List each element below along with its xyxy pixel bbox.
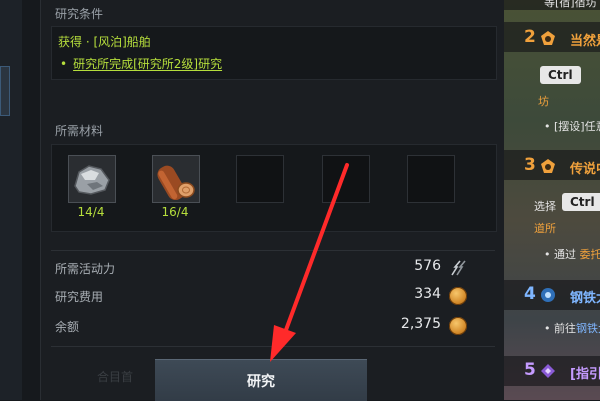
- stat-label: 余额: [55, 320, 80, 334]
- condition-link[interactable]: 研究所完成[研究所2级]研究: [73, 57, 222, 71]
- quest-sub-text: 道所: [534, 222, 556, 235]
- quest-title: 当然是: [570, 34, 600, 49]
- ctrl-key-badge: Ctrl: [562, 193, 600, 211]
- quest-highlight: 委托: [579, 248, 600, 261]
- quest-partial-text: 等[宿]宿坊: [544, 0, 597, 9]
- quest-sub-prefix: • 前往: [544, 322, 576, 335]
- quest-title: [指引]: [570, 367, 600, 382]
- stat-label: 所需活动力: [55, 262, 116, 276]
- energy-icon: [451, 260, 466, 276]
- research-panel: 研究条件 获得 · [风泊]船舶 • 研究所完成[研究所2级]研究 所需材料 14…: [40, 0, 505, 400]
- stat-row-energy: 所需活动力 576: [55, 258, 469, 278]
- stat-row-research-cost: 研究费用 334: [55, 286, 469, 306]
- quest-number: 3: [524, 155, 536, 175]
- material-slot-timber[interactable]: [152, 155, 200, 203]
- quest-sub-text: 坊: [538, 95, 549, 108]
- quest-number: 2: [524, 27, 536, 47]
- condition-text: 获得 · [风泊]船舶: [58, 35, 151, 49]
- stat-value: 2,375: [400, 316, 441, 332]
- condition-item[interactable]: • 研究所完成[研究所2级]研究: [60, 55, 222, 72]
- silver-coin-icon: [449, 287, 467, 305]
- ghost-label: 合目首: [97, 370, 134, 384]
- quest-row-partial[interactable]: 等[宿]宿坊: [504, 0, 600, 10]
- quest-sub-prefix: • 通过: [544, 248, 580, 261]
- quest-row[interactable]: 3 传说中: [504, 150, 600, 180]
- timber-log-icon: [157, 165, 195, 201]
- quest-sub-text: • 通过 委托: [544, 246, 600, 262]
- material-slot-empty: [322, 155, 370, 203]
- ore-icon: [74, 165, 110, 195]
- divider: [51, 250, 495, 251]
- left-edge-panel: [0, 0, 22, 400]
- quest-tracker: 等[宿]宿坊 2 当然是 Ctrl 坊 • [摆设]任意 3 传说中 选择 Ct…: [504, 0, 600, 400]
- quest-sub-text: 选择: [534, 200, 556, 213]
- material-slot-empty: [236, 155, 284, 203]
- ctrl-key-badge: Ctrl: [540, 66, 581, 84]
- left-side-tab[interactable]: [0, 66, 10, 116]
- quest-title: 传说中: [570, 162, 600, 177]
- materials-box: 14/4 16/4: [51, 144, 497, 232]
- conditions-box: 获得 · [风泊]船舶 • 研究所完成[研究所2级]研究: [51, 26, 497, 80]
- silver-coin-icon: [449, 317, 467, 335]
- quest-row[interactable]: 5 [指引]: [504, 356, 600, 386]
- quest-row[interactable]: 4 钢铁大: [504, 280, 600, 310]
- materials-title: 所需材料: [55, 124, 104, 138]
- stat-label: 研究费用: [55, 290, 104, 304]
- quest-main-icon: [541, 159, 555, 173]
- material-count-ore: 14/4: [77, 205, 105, 219]
- stat-value: 334: [414, 286, 441, 302]
- quest-row[interactable]: 2 当然是: [504, 22, 600, 52]
- quest-highlight: 钢铁大: [576, 322, 600, 335]
- bullet: •: [60, 57, 68, 71]
- stat-row-balance: 余额 2,375: [55, 316, 469, 336]
- quest-number: 4: [524, 284, 536, 304]
- material-slot-empty: [407, 155, 455, 203]
- quest-guide-icon: [541, 364, 555, 378]
- material-count-timber: 16/4: [161, 205, 189, 219]
- research-button[interactable]: 研究: [155, 359, 367, 401]
- quest-sub-icon: [541, 288, 555, 302]
- material-slot-ore[interactable]: [68, 155, 116, 203]
- divider: [51, 346, 495, 347]
- quest-sub-text: • 前往钢铁大: [544, 320, 600, 336]
- quest-main-icon: [541, 31, 555, 45]
- quest-sub-text: • [摆设]任意: [544, 120, 600, 133]
- quest-number: 5: [524, 360, 536, 380]
- quest-title: 钢铁大: [570, 291, 600, 306]
- condition-item: 获得 · [风泊]船舶: [58, 33, 151, 50]
- stat-value: 576: [414, 258, 441, 274]
- conditions-title: 研究条件: [55, 7, 104, 21]
